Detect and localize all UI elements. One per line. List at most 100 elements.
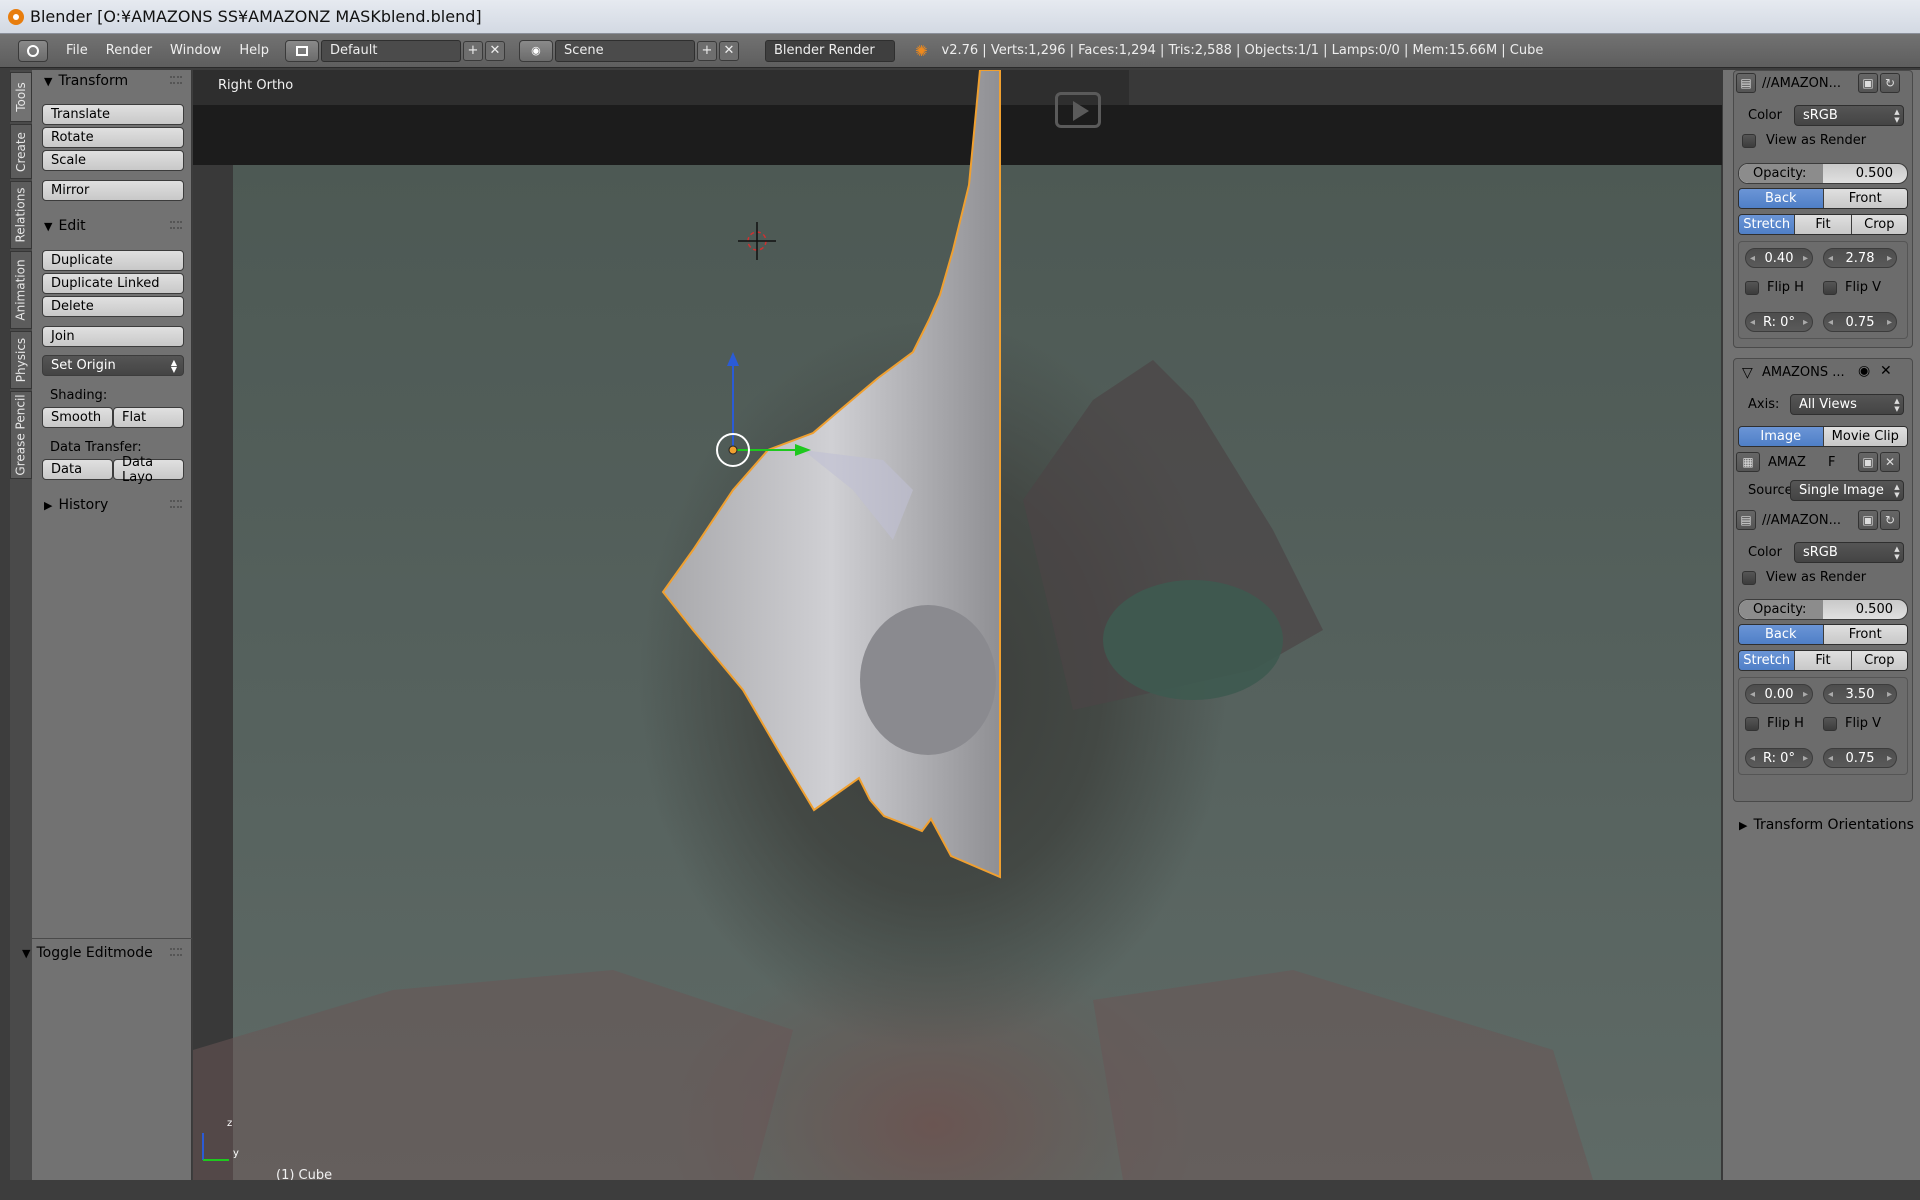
- data-button[interactable]: Data: [42, 459, 113, 480]
- image-fake-user[interactable]: F: [1828, 452, 1835, 473]
- stretch-button[interactable]: Stretch: [1739, 215, 1796, 234]
- menu-file[interactable]: File: [66, 43, 88, 58]
- mirror-button[interactable]: Mirror: [42, 180, 184, 201]
- add-layout-icon[interactable]: +: [462, 40, 483, 61]
- image-path-field[interactable]: //AMAZON...: [1762, 510, 1841, 531]
- back-button[interactable]: Back: [1739, 625, 1824, 644]
- screen-layout-button[interactable]: [284, 39, 319, 62]
- opacity-slider[interactable]: Opacity: 0.500: [1738, 599, 1908, 620]
- history-panel-header[interactable]: ▶ History: [32, 494, 192, 516]
- eye-icon[interactable]: ◉: [1858, 363, 1870, 379]
- selected-mesh-cube[interactable]: [661, 70, 1001, 879]
- front-button[interactable]: Front: [1823, 189, 1907, 208]
- tab-animation[interactable]: Animation: [10, 251, 32, 329]
- tab-physics[interactable]: Physics: [10, 331, 32, 389]
- crop-button[interactable]: Crop: [1851, 215, 1907, 234]
- image-browse-icon[interactable]: ▦: [1736, 452, 1760, 472]
- drag-grip-icon[interactable]: [170, 500, 182, 508]
- source-dropdown[interactable]: Single Image: [1790, 480, 1904, 501]
- tab-grease-pencil[interactable]: Grease Pencil: [10, 391, 32, 479]
- flip-h-checkbox[interactable]: [1745, 717, 1759, 731]
- offset-y-field[interactable]: 2.78: [1823, 248, 1897, 268]
- crop-button[interactable]: Crop: [1851, 651, 1907, 670]
- drag-grip-icon[interactable]: [170, 221, 182, 229]
- flat-button[interactable]: Flat: [113, 407, 184, 428]
- translate-button[interactable]: Translate: [42, 104, 184, 125]
- add-scene-icon[interactable]: +: [696, 40, 717, 61]
- background-figure-shoulder: [1093, 970, 1593, 1180]
- reload-icon[interactable]: ↻: [1880, 73, 1900, 93]
- view-as-render-checkbox[interactable]: [1742, 571, 1756, 585]
- folder-icon[interactable]: ▣: [1858, 510, 1878, 530]
- fit-button[interactable]: Fit: [1795, 215, 1852, 234]
- axis-dropdown[interactable]: All Views: [1790, 394, 1904, 415]
- flip-v-label: Flip V: [1845, 280, 1881, 295]
- tab-tools[interactable]: Tools: [10, 72, 32, 122]
- scene-icon: ◉: [531, 44, 541, 57]
- set-origin-dropdown[interactable]: Set Origin ▲ ▼: [42, 355, 184, 376]
- size-field[interactable]: 0.75: [1823, 748, 1897, 768]
- layout-field[interactable]: Default: [320, 39, 461, 62]
- z-arrow-icon[interactable]: [727, 352, 739, 366]
- image-button[interactable]: Image: [1739, 427, 1824, 446]
- front-button[interactable]: Front: [1823, 625, 1907, 644]
- transform-panel-header[interactable]: ▼ Transform: [32, 70, 192, 92]
- 3d-viewport[interactable]: Right Ortho z y (1) Cube: [193, 70, 1722, 1180]
- rotate-button[interactable]: Rotate: [42, 127, 184, 148]
- object-origin-icon: [728, 445, 738, 455]
- menu-help[interactable]: Help: [239, 43, 269, 58]
- folder-icon[interactable]: ▣: [1858, 452, 1878, 472]
- drag-grip-icon[interactable]: [170, 76, 182, 84]
- toggle-editmode-header[interactable]: ▼ Toggle Editmode: [10, 942, 192, 964]
- opacity-slider[interactable]: Opacity: 0.500: [1738, 163, 1908, 184]
- color-space-dropdown[interactable]: sRGB: [1794, 542, 1904, 563]
- offset-x-field[interactable]: 0.00: [1745, 684, 1813, 704]
- view-as-render-checkbox[interactable]: [1742, 134, 1756, 148]
- flip-h-checkbox[interactable]: [1745, 281, 1759, 295]
- stretch-button[interactable]: Stretch: [1739, 651, 1796, 670]
- remove-scene-icon[interactable]: ✕: [718, 40, 739, 61]
- drag-grip-icon[interactable]: [170, 948, 182, 956]
- close-icon[interactable]: ✕: [1880, 363, 1892, 379]
- image-icon[interactable]: ▤: [1736, 510, 1756, 530]
- shading-label: Shading:: [50, 388, 108, 403]
- back-button[interactable]: Back: [1739, 189, 1824, 208]
- movie-clip-button[interactable]: Movie Clip: [1823, 427, 1907, 446]
- delete-button[interactable]: Delete: [42, 296, 184, 317]
- tab-relations[interactable]: Relations: [10, 181, 32, 249]
- remove-layout-icon[interactable]: ✕: [484, 40, 505, 61]
- image-path-field[interactable]: //AMAZON...: [1762, 73, 1841, 94]
- menu-render[interactable]: Render: [106, 43, 152, 58]
- reload-icon[interactable]: ↻: [1880, 510, 1900, 530]
- join-button[interactable]: Join: [42, 326, 184, 347]
- offset-x-field[interactable]: 0.40: [1745, 248, 1813, 268]
- duplicate-button[interactable]: Duplicate: [42, 250, 184, 271]
- rotation-field[interactable]: R: 0°: [1745, 748, 1813, 768]
- offset-y-field[interactable]: 3.50: [1823, 684, 1897, 704]
- rotation-field[interactable]: R: 0°: [1745, 312, 1813, 332]
- flip-v-checkbox[interactable]: [1823, 717, 1837, 731]
- data-layout-button[interactable]: Data Layo: [113, 455, 184, 485]
- unlink-icon[interactable]: ✕: [1880, 452, 1900, 472]
- fit-button[interactable]: Fit: [1795, 651, 1852, 670]
- tab-create[interactable]: Create: [10, 124, 32, 179]
- scene-field[interactable]: Scene: [554, 39, 695, 62]
- flip-v-checkbox[interactable]: [1823, 281, 1837, 295]
- color-space-dropdown[interactable]: sRGB: [1794, 105, 1904, 126]
- size-field[interactable]: 0.75: [1823, 312, 1897, 332]
- collapse-triangle-icon[interactable]: ▽: [1742, 365, 1753, 381]
- image-name-field[interactable]: AMAZ: [1768, 452, 1806, 473]
- render-engine-dropdown[interactable]: Blender Render: [764, 39, 895, 62]
- editor-type-button[interactable]: [18, 39, 48, 62]
- scene-button[interactable]: ◉: [518, 39, 553, 62]
- transform-orientations-header[interactable]: ▶ Transform Orientations: [1727, 814, 1917, 836]
- image-icon[interactable]: ▤: [1736, 73, 1756, 93]
- menu-window[interactable]: Window: [170, 43, 221, 58]
- folder-icon[interactable]: ▣: [1858, 73, 1878, 93]
- smooth-button[interactable]: Smooth: [42, 407, 113, 428]
- blender-orange-icon: ✺: [914, 41, 928, 60]
- scale-button[interactable]: Scale: [42, 150, 184, 171]
- edit-panel-header[interactable]: ▼ Edit: [32, 215, 192, 237]
- duplicate-linked-button[interactable]: Duplicate Linked: [42, 273, 184, 294]
- transform-subbox: 0.40 2.78 Flip H Flip V R: 0° 0.75: [1738, 241, 1908, 339]
